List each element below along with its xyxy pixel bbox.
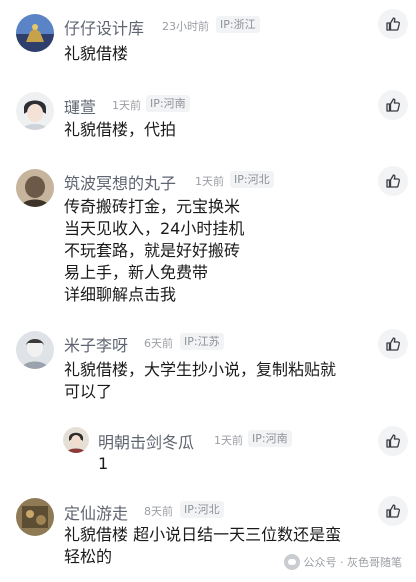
thumbs-up-icon xyxy=(386,98,400,112)
username[interactable]: 明朝击剑冬瓜 xyxy=(98,429,194,453)
comment-item: 仔仔设计库 23小时前 IP:浙江 礼貌借楼 xyxy=(0,0,416,80)
thumbs-up-icon xyxy=(386,434,400,448)
avatar[interactable] xyxy=(16,92,54,130)
like-button[interactable] xyxy=(378,90,408,120)
ip-location-badge: IP:河南 xyxy=(248,430,292,447)
comment-item: 璭萱 1天前 IP:河南 礼貌借楼，代拍 xyxy=(0,80,416,160)
comment-time: 1天前 xyxy=(112,99,141,112)
ip-location-badge: IP:江苏 xyxy=(180,333,224,350)
reply-item: 明朝击剑冬瓜 1天前 IP:河南 1 xyxy=(0,415,416,490)
username[interactable]: 定仙游走 xyxy=(64,500,128,524)
thumbs-up-icon xyxy=(386,337,400,351)
ip-location-badge: IP:河北 xyxy=(180,501,224,518)
watermark: 公众号 · 灰色哥随笔 xyxy=(283,554,403,570)
ip-location-badge: IP:河北 xyxy=(230,171,274,188)
comment-time: 23小时前 xyxy=(162,20,209,33)
avatar[interactable] xyxy=(63,427,89,453)
username[interactable]: 仔仔设计库 xyxy=(64,15,144,39)
username[interactable]: 筑波冥想的丸子 xyxy=(64,170,176,194)
like-button[interactable] xyxy=(378,166,408,196)
comment-text: 传奇搬砖打金，元宝换米 当天见收入，24小时挂机 不玩套路，就是好好搬砖 易上手… xyxy=(64,197,245,304)
avatar[interactable] xyxy=(16,331,54,369)
avatar[interactable] xyxy=(16,169,54,207)
thumbs-up-icon xyxy=(386,174,400,188)
comment-time: 1天前 xyxy=(195,175,224,188)
comment-item: 米子李呀 6天前 IP:江苏 礼貌借楼，大学生抄小说，复制粘贴就 可以了 xyxy=(0,320,416,415)
comment-text: 礼貌借楼 xyxy=(64,44,129,63)
like-button[interactable] xyxy=(378,329,408,359)
ip-location-badge: IP:浙江 xyxy=(216,16,260,33)
avatar[interactable] xyxy=(16,498,54,536)
comment-time: 8天前 xyxy=(144,505,173,518)
ip-location-badge: IP:河南 xyxy=(146,95,190,112)
comment-time: 6天前 xyxy=(144,337,173,350)
like-button[interactable] xyxy=(378,496,408,526)
thumbs-up-icon xyxy=(386,504,400,518)
username[interactable]: 璭萱 xyxy=(64,94,96,118)
watermark-text: 公众号 · 灰色哥随笔 xyxy=(303,556,403,569)
wechat-icon xyxy=(283,554,300,570)
comment-time: 1天前 xyxy=(214,434,243,447)
comment-list: 仔仔设计库 23小时前 IP:浙江 礼貌借楼 璭萱 1天前 IP:河南 礼貌借楼… xyxy=(0,0,416,582)
comment-text: 礼貌借楼，代拍 xyxy=(64,120,177,139)
username[interactable]: 米子李呀 xyxy=(64,332,128,356)
comment-item: 筑波冥想的丸子 1天前 IP:河北 传奇搬砖打金，元宝换米 当天见收入，24小时… xyxy=(0,160,416,320)
comment-text: 礼貌借楼，大学生抄小说，复制粘贴就 可以了 xyxy=(64,360,337,401)
like-button[interactable] xyxy=(378,426,408,456)
like-button[interactable] xyxy=(378,9,408,39)
avatar[interactable] xyxy=(16,14,54,52)
comment-text: 1 xyxy=(98,454,109,473)
thumbs-up-icon xyxy=(386,17,400,31)
